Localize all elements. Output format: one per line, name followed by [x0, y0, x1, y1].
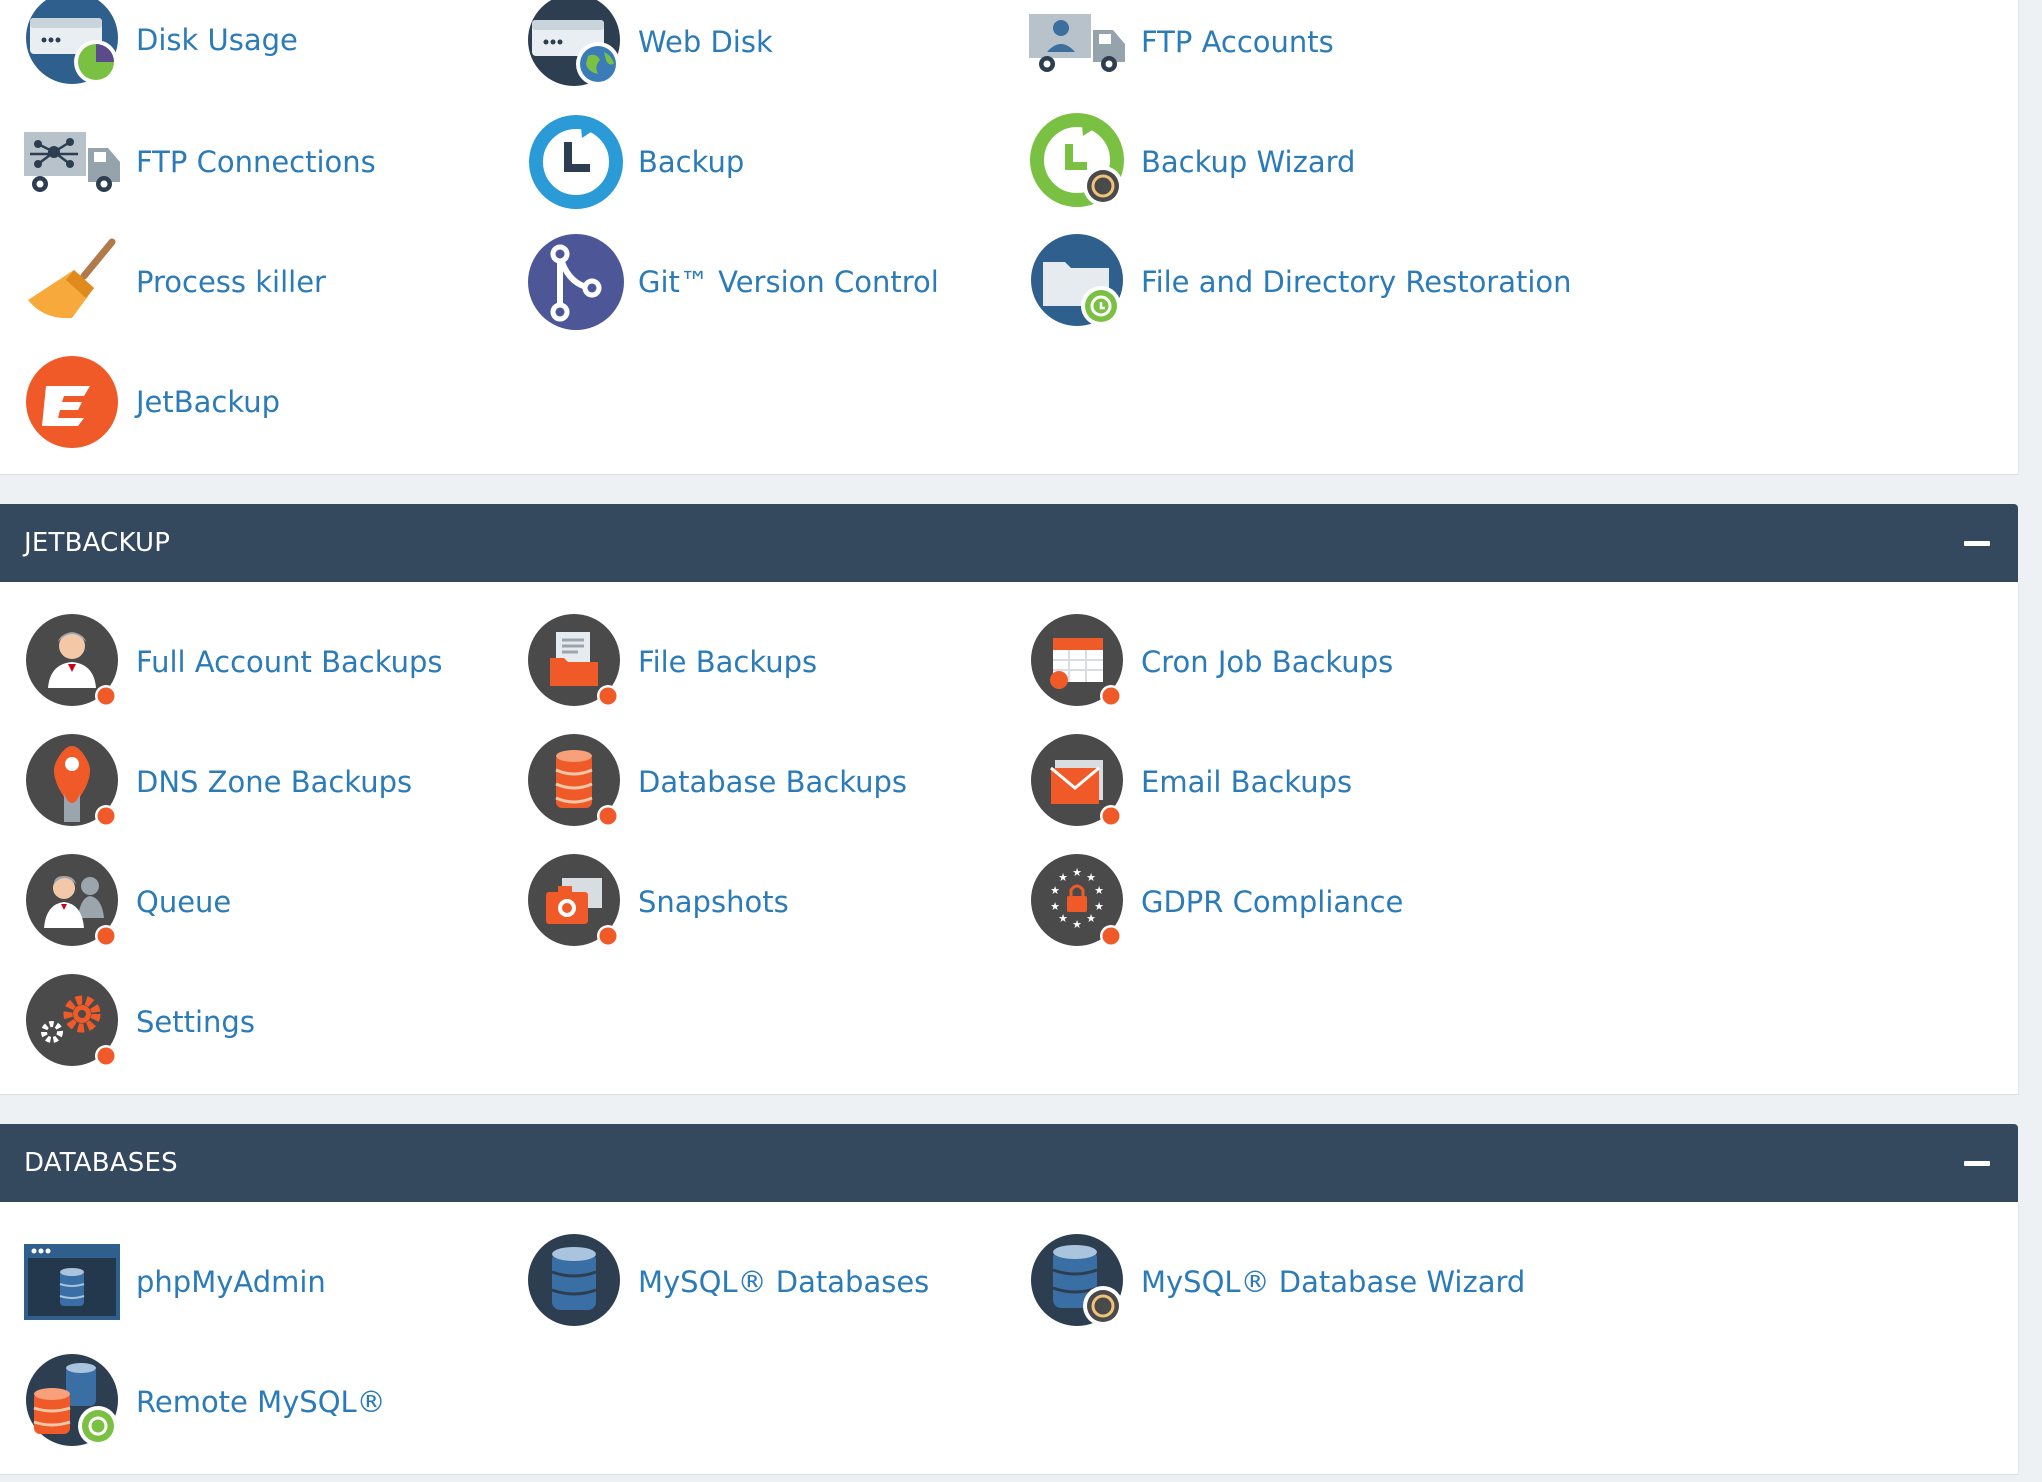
- tool-label: Process killer: [136, 265, 326, 299]
- tool-label: Git™ Version Control: [638, 265, 939, 299]
- tool-dns-zone-backups[interactable]: DNS Zone Backups: [24, 732, 504, 832]
- tool-file-backups[interactable]: File Backups: [526, 612, 1006, 712]
- database-backup-icon: [526, 732, 626, 832]
- user-backup-icon: [24, 612, 124, 712]
- tool-ftp-accounts[interactable]: FTP Accounts: [1029, 0, 1509, 92]
- gears-icon: [24, 972, 124, 1072]
- tool-label: Queue: [136, 885, 232, 919]
- tool-web-disk[interactable]: Web Disk: [526, 0, 1006, 92]
- tool-label: Settings: [136, 1005, 255, 1039]
- tool-disk-usage[interactable]: Disk Usage: [24, 0, 504, 90]
- queue-users-icon: [24, 852, 124, 952]
- databases-panel: phpMyAdmin MySQL® Databases MySQL® Datab…: [0, 1202, 2019, 1475]
- calendar-backup-icon: [1029, 612, 1129, 712]
- minus-icon[interactable]: [1964, 1161, 1990, 1166]
- svg-text:★: ★: [1050, 900, 1060, 913]
- svg-text:★: ★: [1058, 912, 1068, 925]
- svg-text:★: ★: [1094, 884, 1104, 897]
- ftp-connections-icon: [24, 112, 124, 212]
- tool-cron-job-backups[interactable]: Cron Job Backups: [1029, 612, 1509, 712]
- tool-label: FTP Connections: [136, 145, 376, 179]
- jetbackup-logo-icon: [24, 352, 124, 452]
- tool-remote-mysql[interactable]: Remote MySQL®: [24, 1352, 504, 1452]
- tool-queue[interactable]: Queue: [24, 852, 504, 952]
- tool-label: Database Backups: [638, 765, 908, 799]
- tool-label: phpMyAdmin: [136, 1265, 326, 1299]
- jetbackup-section-header[interactable]: JETBACKUP: [0, 504, 2018, 582]
- camera-icon: [526, 852, 626, 952]
- tool-snapshots[interactable]: Snapshots: [526, 852, 1006, 952]
- gdpr-stars-lock-icon: ★ ★ ★ ★ ★ ★ ★ ★ ★ ★: [1029, 852, 1129, 952]
- jetbackup-panel: Full Account Backups File Backups Cron J…: [0, 582, 2019, 1095]
- files-panel: Disk Usage Web Disk FTP Accounts FTP Con…: [0, 0, 2019, 475]
- envelope-backup-icon: [1029, 732, 1129, 832]
- tool-label: Full Account Backups: [136, 645, 443, 679]
- tool-label: File Backups: [638, 645, 818, 679]
- tool-label: Cron Job Backups: [1141, 645, 1394, 679]
- tool-email-backups[interactable]: Email Backups: [1029, 732, 1509, 832]
- svg-text:★: ★: [1072, 866, 1082, 879]
- tool-ftp-connections[interactable]: FTP Connections: [24, 112, 504, 212]
- minus-icon[interactable]: [1964, 541, 1990, 546]
- tool-label: Snapshots: [638, 885, 789, 919]
- phpmyadmin-window-icon: [24, 1232, 124, 1332]
- tool-jetbackup[interactable]: JetBackup: [24, 352, 504, 452]
- git-icon: [526, 232, 626, 332]
- tool-label: Remote MySQL®: [136, 1385, 386, 1419]
- tool-label: DNS Zone Backups: [136, 765, 413, 799]
- tool-backup-wizard[interactable]: Backup Wizard: [1029, 112, 1509, 212]
- broom-icon: [24, 232, 124, 332]
- tool-label: Web Disk: [638, 25, 773, 59]
- section-title: DATABASES: [24, 1148, 178, 1178]
- tool-label: GDPR Compliance: [1141, 885, 1404, 919]
- databases-section-header[interactable]: DATABASES: [0, 1124, 2018, 1202]
- tool-mysql-databases[interactable]: MySQL® Databases: [526, 1232, 1006, 1332]
- disk-usage-icon: [24, 0, 124, 90]
- tool-label: MySQL® Databases: [638, 1265, 930, 1299]
- svg-text:★: ★: [1050, 884, 1060, 897]
- tool-settings[interactable]: Settings: [24, 972, 504, 1072]
- web-disk-icon: [526, 0, 626, 92]
- tool-label: File and Directory Restoration: [1141, 265, 1572, 299]
- file-backup-icon: [526, 612, 626, 712]
- backup-wizard-icon: [1029, 112, 1129, 212]
- svg-text:★: ★: [1058, 871, 1068, 884]
- tool-phpmyadmin[interactable]: phpMyAdmin: [24, 1232, 504, 1332]
- database-wizard-icon: [1029, 1232, 1129, 1332]
- svg-text:★: ★: [1086, 871, 1096, 884]
- tool-label: JetBackup: [136, 385, 281, 419]
- tool-label: Backup Wizard: [1141, 145, 1356, 179]
- svg-text:★: ★: [1072, 918, 1082, 931]
- tool-label: MySQL® Database Wizard: [1141, 1265, 1526, 1299]
- tool-full-account-backups[interactable]: Full Account Backups: [24, 612, 504, 712]
- folder-restore-icon: [1029, 232, 1129, 332]
- tool-gdpr-compliance[interactable]: ★ ★ ★ ★ ★ ★ ★ ★ ★ ★ GDPR Compliance: [1029, 852, 1509, 952]
- ftp-accounts-icon: [1029, 0, 1129, 92]
- tool-label: Email Backups: [1141, 765, 1353, 799]
- tool-git-version-control[interactable]: Git™ Version Control: [526, 232, 1006, 332]
- svg-text:★: ★: [1086, 912, 1096, 925]
- remote-database-icon: [24, 1352, 124, 1452]
- tool-label: Disk Usage: [136, 23, 298, 57]
- section-title: JETBACKUP: [24, 528, 171, 558]
- map-pin-backup-icon: [24, 732, 124, 832]
- tool-backup[interactable]: Backup: [526, 112, 1006, 212]
- tool-label: Backup: [638, 145, 745, 179]
- tool-mysql-database-wizard[interactable]: MySQL® Database Wizard: [1029, 1232, 1525, 1332]
- backup-icon: [526, 112, 626, 212]
- tool-label: FTP Accounts: [1141, 25, 1334, 59]
- tool-file-and-directory-restoration[interactable]: File and Directory Restoration: [1029, 232, 1572, 332]
- tool-process-killer[interactable]: Process killer: [24, 232, 504, 332]
- database-icon: [526, 1232, 626, 1332]
- tool-database-backups[interactable]: Database Backups: [526, 732, 1006, 832]
